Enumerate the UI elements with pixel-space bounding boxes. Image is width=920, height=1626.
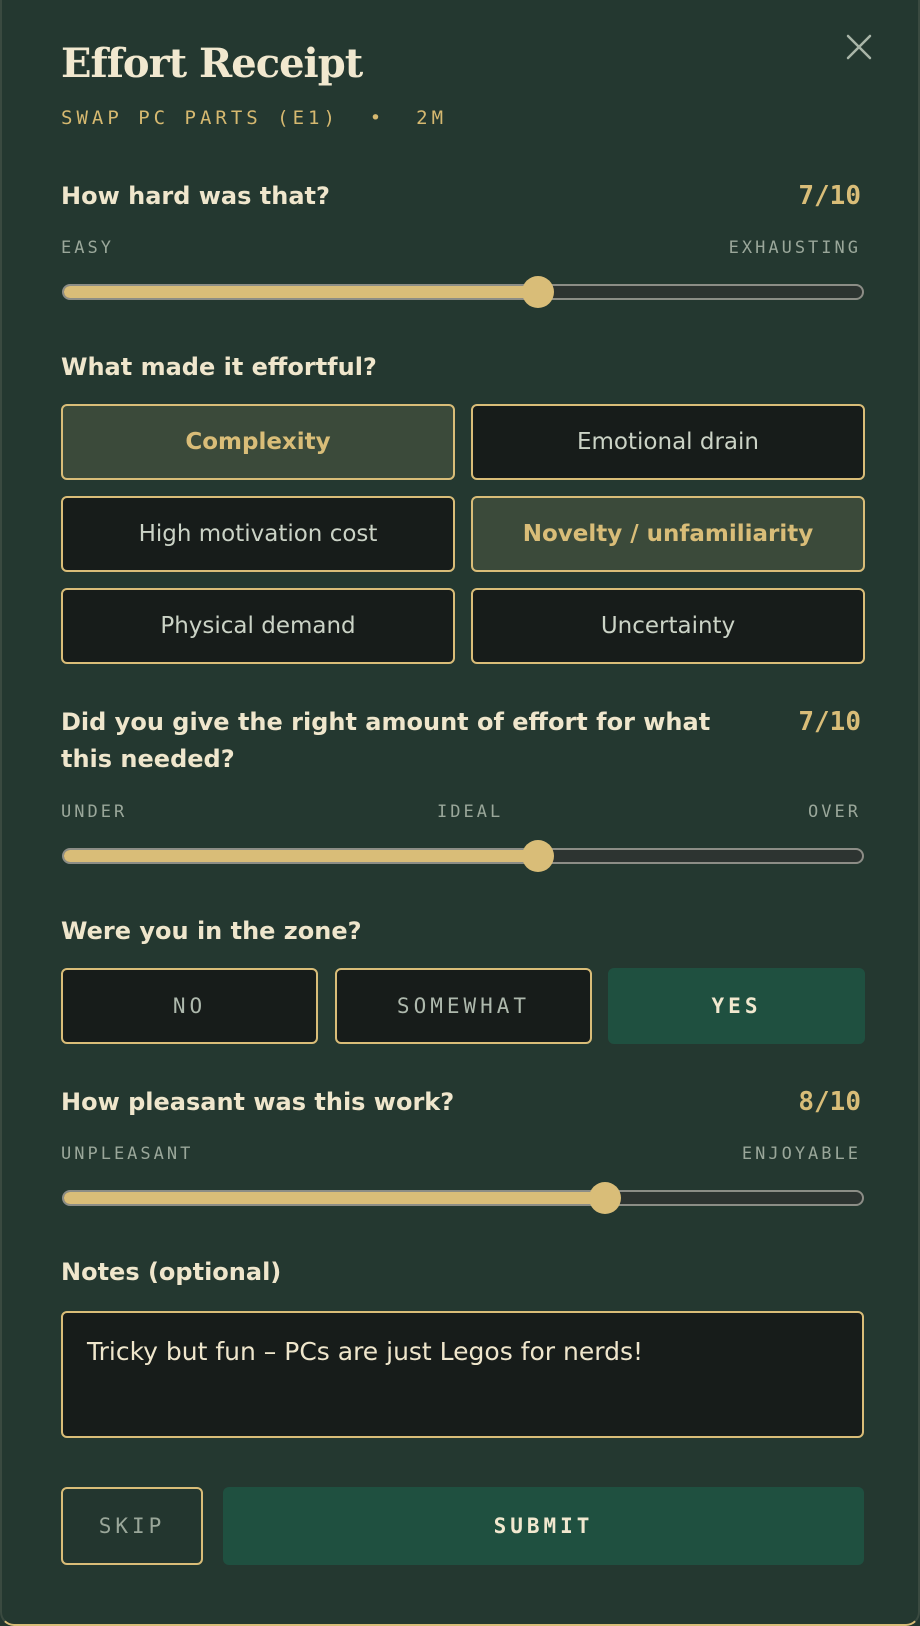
- effort-fit-max-label: OVER: [808, 802, 861, 822]
- effort-receipt-dialog: Effort Receipt SWAP PC PARTS (E1) • 2M H…: [0, 0, 920, 1626]
- pleasantness-slider[interactable]: [62, 1182, 864, 1214]
- pleasantness-value: 8/10: [798, 1087, 861, 1117]
- factor-label: Complexity: [185, 429, 331, 455]
- pleasantness-max-label: ENJOYABLE: [741, 1144, 861, 1164]
- factor-label: Physical demand: [160, 613, 356, 639]
- subtitle-separator: •: [369, 107, 386, 129]
- zone-option-somewhat[interactable]: SOMEWHAT: [335, 968, 592, 1044]
- zone-label: NO: [172, 994, 207, 1018]
- pleasantness-min-label: UNPLEASANT: [61, 1144, 194, 1164]
- difficulty-min-label: EASY: [61, 238, 114, 258]
- effort-fit-question: Did you give the right amount of effort …: [61, 708, 711, 773]
- factor-option[interactable]: Physical demand: [61, 588, 455, 664]
- difficulty-value: 7/10: [798, 181, 861, 211]
- factor-label: High motivation cost: [138, 521, 378, 547]
- effort-fit-value: 7/10: [798, 707, 861, 737]
- slider-fill: [64, 850, 540, 862]
- task-name: SWAP PC PARTS (E1): [61, 107, 339, 129]
- factor-option[interactable]: Emotional drain: [471, 404, 865, 480]
- slider-thumb[interactable]: [522, 840, 554, 872]
- slider-thumb[interactable]: [589, 1182, 621, 1214]
- zone-option-yes[interactable]: YES: [608, 968, 865, 1044]
- factor-option[interactable]: Novelty / unfamiliarity: [471, 496, 865, 572]
- difficulty-question: How hard was that?: [61, 182, 330, 210]
- factor-label: Uncertainty: [600, 613, 736, 639]
- dialog-title: Effort Receipt: [61, 40, 363, 87]
- task-duration: 2M: [416, 107, 448, 129]
- factors-question: What made it effortful?: [61, 353, 377, 381]
- difficulty-slider[interactable]: [62, 276, 864, 308]
- effort-fit-min-label: UNDER: [61, 802, 128, 822]
- close-button[interactable]: [840, 28, 878, 66]
- factor-option[interactable]: High motivation cost: [61, 496, 455, 572]
- factor-option[interactable]: Uncertainty: [471, 588, 865, 664]
- zone-label: SOMEWHAT: [396, 994, 531, 1018]
- slider-thumb[interactable]: [522, 276, 554, 308]
- slider-fill: [64, 1192, 607, 1204]
- notes-label: Notes (optional): [61, 1258, 282, 1286]
- zone-label: YES: [711, 994, 762, 1018]
- task-subtitle: SWAP PC PARTS (E1) • 2M: [61, 107, 447, 129]
- effort-fit-slider[interactable]: [62, 840, 864, 872]
- notes-text: Tricky but fun – PCs are just Legos for …: [87, 1337, 643, 1366]
- skip-button[interactable]: SKIP: [61, 1487, 203, 1565]
- pleasantness-question: How pleasant was this work?: [61, 1088, 455, 1116]
- slider-fill: [64, 286, 540, 298]
- zone-option-no[interactable]: NO: [61, 968, 318, 1044]
- notes-textarea[interactable]: Tricky but fun – PCs are just Legos for …: [61, 1311, 864, 1438]
- factor-label: Novelty / unfamiliarity: [522, 521, 814, 547]
- close-icon: [846, 34, 872, 60]
- effort-fit-mid-label: IDEAL: [437, 802, 504, 822]
- submit-label: SUBMIT: [493, 1514, 594, 1538]
- skip-label: SKIP: [98, 1514, 166, 1538]
- submit-button[interactable]: SUBMIT: [223, 1487, 864, 1565]
- difficulty-max-label: EXHAUSTING: [728, 238, 861, 258]
- factor-label: Emotional drain: [577, 429, 759, 455]
- factor-option[interactable]: Complexity: [61, 404, 455, 480]
- zone-question: Were you in the zone?: [61, 917, 362, 945]
